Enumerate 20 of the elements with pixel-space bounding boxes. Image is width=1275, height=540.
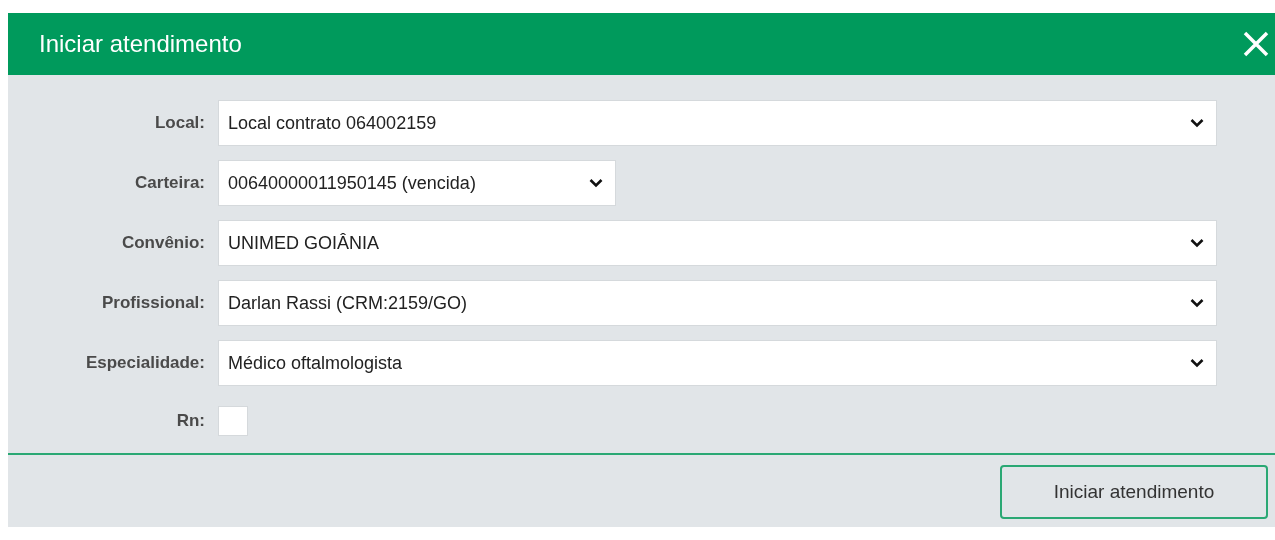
chevron-down-icon — [1190, 298, 1204, 308]
close-icon[interactable] — [1243, 31, 1269, 57]
window-title: Iniciar atendimento — [39, 30, 242, 58]
dropdown-field[interactable]: Darlan Rassi (CRM:2159/GO) — [218, 280, 1217, 326]
chevron-down-icon — [1190, 238, 1204, 248]
checkbox[interactable] — [218, 406, 248, 436]
field-label: Convênio: — [120, 233, 205, 253]
field-label: Local: — [153, 113, 205, 133]
start-button[interactable]: Iniciar atendimento — [1000, 465, 1268, 519]
field-label: Profissional: — [101, 293, 205, 313]
field-label: Rn: — [175, 411, 205, 431]
dropdown-field[interactable]: Médico oftalmologista — [218, 340, 1217, 386]
dropdown-field[interactable]: UNIMED GOIÂNIA — [218, 220, 1217, 266]
field-label: Carteira: — [134, 173, 205, 193]
chevron-down-icon — [1190, 118, 1204, 128]
dropdown-field[interactable]: 00640000011950145 (vencida) — [218, 160, 616, 206]
chevron-down-icon — [589, 178, 603, 188]
chevron-down-icon — [1190, 358, 1204, 368]
dropdown-field[interactable]: Local contrato 064002159 — [218, 100, 1217, 146]
field-label: Especialidade: — [84, 353, 205, 373]
